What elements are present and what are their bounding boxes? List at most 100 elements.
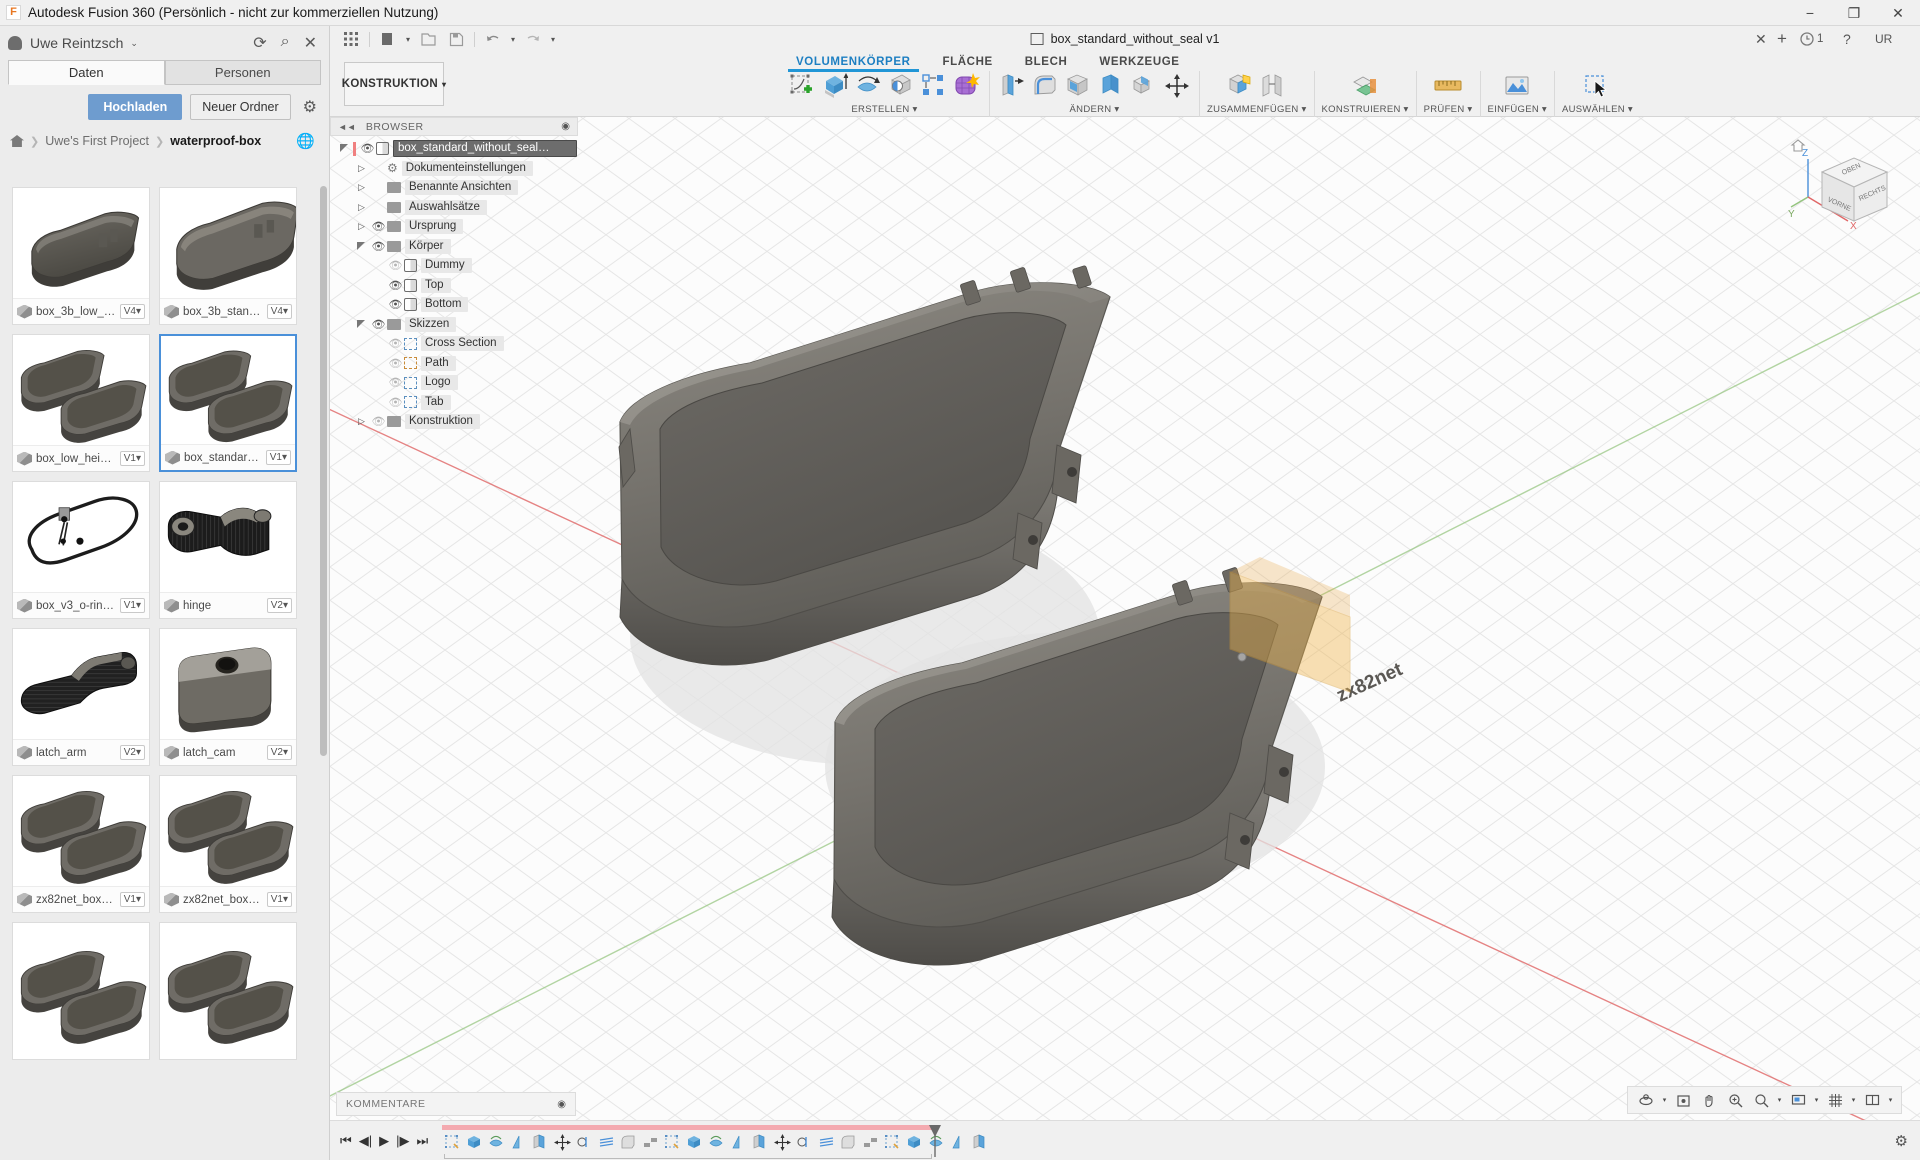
maximize-button[interactable]: ❐ [1832,0,1876,26]
view-cube[interactable]: Z Y X OBEN VORNE RECHTS [1788,139,1898,249]
joint-icon[interactable] [1258,71,1288,101]
collapse-arrow[interactable] [353,319,370,329]
zoom-window-icon[interactable] [1749,1089,1773,1111]
ribbon-group-label[interactable]: ÄNDERN ▾ [1070,104,1120,115]
browser-node[interactable]: 👁 Path [330,354,578,374]
combine-icon[interactable] [1129,71,1159,101]
timeline-end-button[interactable]: ⏭ [416,1133,428,1149]
timeline-feature-hole-icon[interactable] [662,1132,683,1153]
timeline-step-back-button[interactable]: ◀| [359,1133,372,1149]
chevron-down-icon-2[interactable]: ▾ [1775,1089,1784,1111]
file-card[interactable]: box_3b_low_hei… V4▾ [12,187,150,325]
press-pull-icon[interactable] [997,71,1027,101]
timeline-start-button[interactable]: ⏮ [340,1133,352,1149]
timeline-end-marker[interactable] [929,1123,945,1159]
data-panel-scrollbar[interactable] [320,186,327,756]
timeline-feature-extrude-icon[interactable] [508,1132,529,1153]
browser-node[interactable]: 👁 Logo [330,373,578,393]
tab-blech[interactable]: BLECH [1009,52,1084,71]
browser-node[interactable]: ▷ Auswahlsätze [330,198,578,218]
ribbon-group-label[interactable]: ZUSAMMENFÜGEN ▾ [1207,104,1307,115]
timeline-feature-combine-icon[interactable] [794,1132,815,1153]
timeline-feature-shell-icon[interactable] [882,1132,903,1153]
browser-node[interactable]: ▷ Benannte Ansichten [330,178,578,198]
fillet-icon[interactable] [1030,71,1060,101]
browser-node[interactable]: ▷ ⚙ Dokumenteinstellungen [330,159,578,179]
timeline-feature-sketch-icon[interactable] [442,1132,463,1153]
browser-node[interactable]: ▷ 👁 Ursprung [330,217,578,237]
visibility-toggle-off[interactable]: 👁 [387,376,404,389]
viewports-icon[interactable] [1860,1089,1884,1111]
timeline-feature-draft-icon[interactable] [706,1132,727,1153]
ribbon-group-label[interactable]: AUSWÄHLEN ▾ [1562,104,1633,115]
form-icon[interactable] [952,71,982,101]
browser-node[interactable]: 👁 Skizzen [330,315,578,335]
look-at-icon[interactable] [1671,1089,1695,1111]
select-cursor-icon[interactable] [1582,71,1612,101]
timeline-feature-draft-icon[interactable] [728,1132,749,1153]
file-card[interactable]: latch_arm V2▾ [12,628,150,766]
expand-arrow[interactable]: ▷ [353,163,370,174]
comments-panel[interactable]: KOMMENTARE ◉ [336,1092,576,1116]
timeline-feature-sketch-icon[interactable] [486,1132,507,1153]
timeline-feature-fillet-icon[interactable] [860,1132,881,1153]
chevron-down-icon[interactable]: ▾ [1660,1089,1669,1111]
timeline-feature-move-icon[interactable] [684,1132,705,1153]
ribbon-group-label[interactable]: EINFÜGEN ▾ [1488,104,1548,115]
minimize-button[interactable]: − [1788,0,1832,26]
file-version-badge[interactable]: V2▾ [119,745,145,760]
expand-arrow[interactable]: ▷ [353,202,370,213]
help-icon[interactable]: ? [1843,31,1851,47]
timeline-feature-combine-icon[interactable] [772,1132,793,1153]
browser-node[interactable]: 👁 Tab [330,393,578,413]
close-button[interactable]: ✕ [1876,0,1920,26]
file-version-badge[interactable]: V1▾ [119,892,145,907]
file-version-badge[interactable]: V1▾ [119,451,145,466]
timeline-feature-align-icon[interactable] [904,1132,925,1153]
expand-arrow[interactable]: ▷ [353,416,370,427]
pan-icon[interactable] [1697,1089,1721,1111]
refresh-icon[interactable]: ⟳ [253,33,266,53]
document-tab[interactable]: box_standard_without_seal v1 [1030,32,1219,46]
timeline-feature-thread-icon[interactable] [816,1132,837,1153]
shell-icon[interactable] [1063,71,1093,101]
job-status-badge[interactable]: 1 [1800,32,1823,46]
comments-settings-icon[interactable]: ◉ [557,1099,566,1110]
browser-node[interactable]: 👁 Bottom [330,295,578,315]
browser-node[interactable]: 👁 Top [330,276,578,296]
file-version-badge[interactable]: V1▾ [265,450,291,465]
tab-werkzeuge[interactable]: WERKZEUGE [1083,52,1195,71]
timeline-feature-revolve-icon[interactable] [530,1132,551,1153]
timeline-settings-icon[interactable]: ⚙ [1895,1132,1920,1150]
browser-node[interactable]: ▷ 👁 Konstruktion [330,412,578,432]
visibility-toggle[interactable]: 👁 [387,298,404,311]
visibility-toggle[interactable]: 👁 [370,240,387,253]
insert-mesh-icon[interactable] [1502,71,1532,101]
visibility-toggle[interactable]: 👁 [370,318,387,331]
tab-personen[interactable]: Personen [164,60,321,85]
file-open-icon[interactable] [415,28,441,50]
redo-icon[interactable] [520,28,546,50]
timeline-feature-extrude-icon[interactable] [596,1132,617,1153]
add-tab-button[interactable]: + [1777,29,1787,49]
file-card[interactable] [12,922,150,1060]
timeline-feature-revolve-icon[interactable] [552,1132,573,1153]
browser-node[interactable]: 👁 box_standard_without_seal… [330,139,578,159]
file-version-badge[interactable]: V2▾ [266,745,292,760]
breadcrumb-project[interactable]: Uwe's First Project [45,134,149,148]
chevron-down-icon-4[interactable]: ▾ [1849,1089,1858,1111]
tab-daten[interactable]: Daten [8,60,165,85]
undo-icon[interactable] [480,28,506,50]
timeline-feature-fillet-icon[interactable] [838,1132,859,1153]
visibility-toggle-off[interactable]: 👁 [387,337,404,350]
ribbon-group-label[interactable]: PRÜFEN ▾ [1424,104,1473,115]
collapse-arrow[interactable] [336,144,353,153]
file-new-icon[interactable] [375,28,401,50]
browser-node[interactable]: 👁 Dummy [330,256,578,276]
timeline-play-button[interactable]: ▶ [379,1133,389,1149]
breadcrumb-folder[interactable]: waterproof-box [170,134,261,148]
gear-icon[interactable]: ⚙ [303,97,321,117]
file-card[interactable] [159,922,297,1060]
file-card[interactable]: box_standard_w… V1▾ [159,334,297,472]
chevron-down-icon-2[interactable]: ▾ [508,28,518,50]
